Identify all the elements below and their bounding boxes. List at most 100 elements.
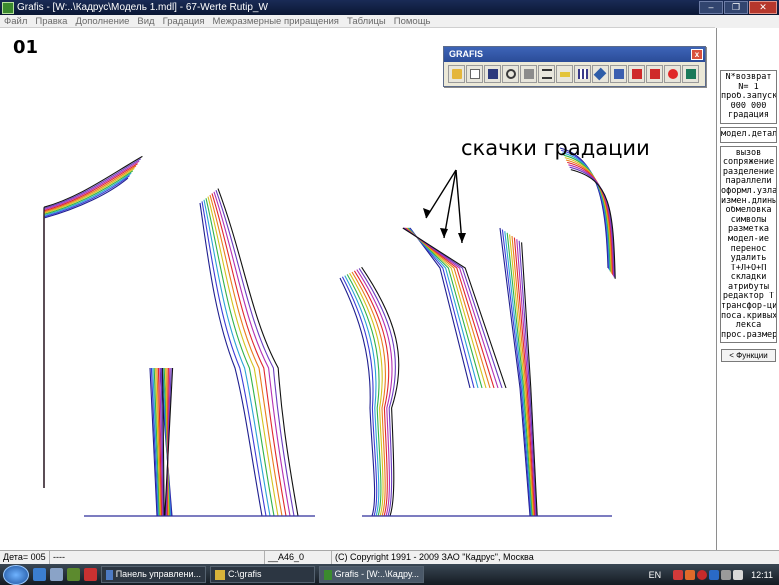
layers-icon[interactable] — [538, 65, 555, 83]
front-side-contour — [341, 276, 378, 517]
menu-bar: Файл Правка Дополнение Вид Градация Межр… — [0, 15, 715, 28]
panel-line[interactable]: 000 000 — [721, 102, 776, 112]
panel-group-functions: вызов сопряжение разделение параллели оформл… — [720, 145, 777, 344]
back-side-contour — [209, 194, 283, 517]
panel-line[interactable]: Т+Л+О+П — [721, 264, 776, 274]
clock[interactable]: 12:11 — [751, 570, 773, 580]
menu-help[interactable]: Помощь — [390, 16, 435, 27]
panel-line[interactable]: N= 1 — [721, 83, 776, 93]
import-down-icon[interactable] — [646, 65, 663, 83]
panel-line[interactable]: модел-ие — [721, 235, 776, 245]
taskbar-control-panel[interactable]: Панель управлени... — [101, 566, 206, 583]
language-indicator[interactable]: EN — [649, 570, 662, 580]
panel-line[interactable]: трансфор-ция — [721, 302, 776, 312]
taskbar-grafis-app[interactable]: Grafis - [W:..\Кадру... — [319, 566, 424, 583]
toolbar-title-text: GRAFIS — [449, 49, 484, 59]
panel-line[interactable]: атрибуты — [721, 283, 776, 293]
screen-icon[interactable] — [682, 65, 699, 83]
panel-line[interactable]: символы — [721, 216, 776, 226]
show-desktop-icon[interactable] — [50, 568, 63, 581]
panel-line[interactable]: N*возврат — [721, 73, 776, 83]
panel-line[interactable]: складки — [721, 273, 776, 283]
pattern-drawing — [43, 147, 616, 517]
back-piece-contour — [43, 170, 134, 488]
back-piece-contour — [43, 177, 129, 488]
panel-line[interactable]: проб.запуск — [721, 92, 776, 102]
stop-icon[interactable] — [664, 65, 681, 83]
panel-line[interactable]: модел.деталь — [721, 130, 776, 140]
status-bar: Дета= 005 ---- __A46_0 (C) Copyright 199… — [0, 550, 779, 564]
print-icon[interactable] — [520, 65, 537, 83]
status-detail: Дета= 005 — [0, 551, 50, 564]
tray-power-icon[interactable] — [733, 569, 744, 580]
front-neck-contour — [405, 227, 491, 389]
window-controls: – ❐ ✕ — [699, 1, 777, 14]
menu-edit[interactable]: Правка — [31, 16, 71, 27]
front-neck-contour — [404, 227, 499, 389]
panel-line[interactable]: разметка — [721, 225, 776, 235]
grafis-floating-toolbar[interactable]: GRAFIS x — [443, 46, 706, 87]
menu-view[interactable]: Вид — [133, 16, 158, 27]
system-tray: EN 12:11 — [649, 564, 779, 585]
back-piece-contour — [43, 175, 130, 488]
front-side-contour — [349, 272, 384, 517]
ruler-icon[interactable] — [556, 65, 573, 83]
drawing-canvas[interactable]: 01 скачки градации GRAFIS x — [0, 28, 716, 550]
menu-file[interactable]: Файл — [0, 16, 31, 27]
minimize-button[interactable]: – — [699, 1, 723, 14]
toolbar-close-button[interactable]: x — [691, 49, 703, 60]
menu-grading[interactable]: Градация — [159, 16, 209, 27]
restore-button[interactable]: ❐ — [724, 1, 748, 14]
status-blank: ---- — [50, 551, 265, 564]
toolbar-title[interactable]: GRAFIS x — [444, 47, 705, 62]
panel-line[interactable]: сопряжение — [721, 158, 776, 168]
zoom-icon[interactable] — [502, 65, 519, 83]
panel-line[interactable]: оформл.узла — [721, 187, 776, 197]
front-neck-contour — [407, 227, 483, 389]
panel-line[interactable]: редактор Т — [721, 292, 776, 302]
toolbar-icons — [444, 62, 705, 83]
menubar-filler — [715, 15, 779, 28]
function-panel: N*возврат N= 1 проб.запуск 000 000 градация … — [716, 28, 779, 550]
grid-icon[interactable] — [574, 65, 591, 83]
back-piece-contour — [43, 167, 135, 488]
page-icon[interactable] — [466, 65, 483, 83]
menu-addition[interactable]: Дополнение — [71, 16, 133, 27]
menu-tables[interactable]: Таблицы — [343, 16, 390, 27]
front-side-contour — [344, 275, 380, 517]
window-title: Grafis - [W:..\Кадрус\Модель 1.mdl] - 67… — [17, 2, 268, 13]
grafis-app-icon — [324, 569, 332, 580]
panel-line[interactable]: прос.размеров — [721, 331, 776, 341]
media-player-icon[interactable] — [67, 568, 80, 581]
tray-app-icon[interactable] — [685, 569, 696, 580]
start-button[interactable] — [3, 564, 29, 585]
tray-volume-icon[interactable] — [721, 569, 732, 580]
ie-icon[interactable] — [33, 568, 46, 581]
tray-antivirus-icon[interactable] — [673, 569, 684, 580]
panel-line[interactable]: лекса — [721, 321, 776, 331]
functions-button[interactable]: < Функции — [721, 349, 776, 363]
control-panel-icon — [106, 569, 113, 580]
menu-size-increments[interactable]: Межразмерные приращения — [209, 16, 343, 27]
tray-network-icon[interactable] — [709, 569, 720, 580]
taskbar-grafis-folder[interactable]: C:\grafis — [210, 566, 315, 583]
panel-line[interactable]: разделение — [721, 168, 776, 178]
panel-line[interactable]: измен.длины — [721, 197, 776, 207]
panel-line[interactable]: поса.кривых — [721, 312, 776, 322]
status-size: __A46_0 — [265, 551, 332, 564]
panel-line[interactable]: удалить — [721, 254, 776, 264]
export-down-icon[interactable] — [628, 65, 645, 83]
panel-line[interactable]: параллели — [721, 177, 776, 187]
scissors-icon[interactable] — [592, 65, 609, 83]
tray-opera-icon[interactable] — [697, 569, 708, 580]
panel-line[interactable]: вызов — [721, 149, 776, 159]
panel-line[interactable]: градация — [721, 111, 776, 121]
panel-line[interactable]: обмеловка — [721, 206, 776, 216]
save-disk-icon[interactable] — [484, 65, 501, 83]
quicklaunch-icon[interactable] — [84, 568, 97, 581]
edit-icon[interactable] — [610, 65, 627, 83]
panel-line[interactable]: перенос — [721, 245, 776, 255]
close-button[interactable]: ✕ — [749, 1, 777, 14]
taskbar: Панель управлени... C:\grafis Grafis - [… — [0, 564, 779, 585]
open-folder-icon[interactable] — [448, 65, 465, 83]
